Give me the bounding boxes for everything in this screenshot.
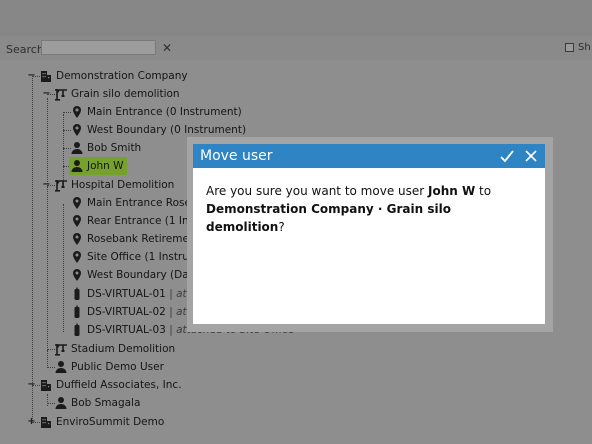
dialog-actions — [499, 148, 539, 164]
crane-icon — [54, 342, 68, 356]
dialog-user-name: John W — [428, 184, 476, 198]
tree-node-demonstration-company[interactable]: Demonstration Company — [39, 67, 188, 85]
tree-node-grain-silo-demolition[interactable]: Grain silo demolition — [54, 85, 180, 103]
expand-toggle[interactable]: + — [27, 417, 36, 427]
dialog-header: Move user — [193, 144, 545, 168]
map-pin-icon — [70, 232, 84, 246]
dialog-text-to: to — [475, 184, 492, 198]
map-pin-icon — [70, 123, 84, 137]
top-bar — [0, 0, 592, 36]
dialog-target: Demonstration Company · Grain silo demol… — [206, 202, 451, 234]
building-icon — [39, 415, 53, 429]
tree-node-envirosummit-demo[interactable]: EnviroSummit Demo — [39, 413, 164, 431]
show-option[interactable]: Sh — [565, 42, 591, 53]
tree-node-label: Duffield Associates, Inc. — [56, 379, 182, 391]
tree-node-label: Grain silo demolition — [71, 88, 180, 100]
tree-node-duffield-associates[interactable]: Duffield Associates, Inc. — [39, 376, 182, 394]
collapse-toggle[interactable]: − — [42, 180, 51, 190]
map-pin-icon — [70, 268, 84, 282]
building-icon — [39, 378, 53, 392]
tree-node-label: Bob Smagala — [71, 397, 141, 409]
map-pin-icon — [70, 250, 84, 264]
crane-icon — [54, 178, 68, 192]
building-icon — [39, 69, 53, 83]
tree-node-hospital-demolition[interactable]: Hospital Demolition — [54, 176, 174, 194]
person-icon — [70, 141, 84, 155]
tree-node-label: Stadium Demolition — [71, 343, 176, 355]
search-input[interactable] — [41, 40, 156, 55]
tree-node-label: DS-VIRTUAL-02 — [87, 306, 166, 318]
search-label: Search — [6, 43, 44, 56]
tree-node-john-w-selected[interactable]: John W — [69, 157, 127, 175]
tree-node-stadium-demolition[interactable]: Stadium Demolition — [54, 340, 175, 358]
tree-node-main-entrance[interactable]: Main Entrance (0 Instrument) — [70, 103, 242, 121]
sensor-icon — [70, 287, 84, 301]
tree-guide-line — [47, 350, 48, 368]
tree-node-label: John W — [87, 160, 124, 172]
show-option-label: Sh — [578, 42, 591, 53]
tree-guide-line — [63, 204, 64, 332]
sensor-icon — [70, 305, 84, 319]
tree-node-bob-smith[interactable]: Bob Smith — [70, 139, 141, 157]
tree-node-label: DS-VIRTUAL-01 — [87, 288, 166, 300]
tree-guide-line — [47, 98, 48, 186]
dialog-message: Are you sure you want to move user John … — [193, 168, 545, 250]
sensor-icon — [70, 323, 84, 337]
collapse-toggle[interactable]: − — [27, 71, 36, 81]
move-user-dialog: Move user Are you sure you want to move … — [193, 144, 545, 324]
collapse-toggle[interactable]: − — [42, 89, 51, 99]
tree-guide-line — [47, 186, 48, 368]
dialog-text-suffix: ? — [278, 220, 285, 234]
tree-node-bob-smagala[interactable]: Bob Smagala — [54, 394, 140, 412]
clear-search-icon[interactable]: ✕ — [162, 41, 172, 55]
tree-node-label: DS-VIRTUAL-03 — [87, 324, 166, 336]
tree-node-label: Hospital Demolition — [71, 179, 175, 191]
crane-icon — [54, 87, 68, 101]
map-pin-icon — [70, 196, 84, 210]
dialog-text-prefix: Are you sure you want to move user — [206, 184, 428, 198]
person-icon — [54, 360, 68, 374]
tree-node-label: EnviroSummit Demo — [56, 416, 165, 428]
tree-node-label: Public Demo User — [71, 361, 164, 373]
person-icon — [54, 396, 68, 410]
tree-node-label: West Boundary (0 Instrument) — [87, 124, 247, 136]
tree-guide-line — [47, 394, 48, 406]
tree-node-label: Bob Smith — [87, 142, 142, 154]
check-icon[interactable] — [499, 148, 515, 164]
show-checkbox[interactable] — [565, 43, 574, 52]
tree-guide-line — [32, 76, 33, 423]
dialog-title: Move user — [200, 148, 273, 164]
tree-node-label: Demonstration Company — [56, 70, 188, 82]
collapse-toggle[interactable]: − — [27, 380, 36, 390]
map-pin-icon — [70, 105, 84, 119]
map-pin-icon — [70, 214, 84, 228]
person-icon — [70, 159, 84, 173]
tree-node-label: Main Entrance (0 Instrument) — [87, 106, 242, 118]
tree-node-public-demo-user[interactable]: Public Demo User — [54, 358, 164, 376]
close-icon[interactable] — [523, 148, 539, 164]
